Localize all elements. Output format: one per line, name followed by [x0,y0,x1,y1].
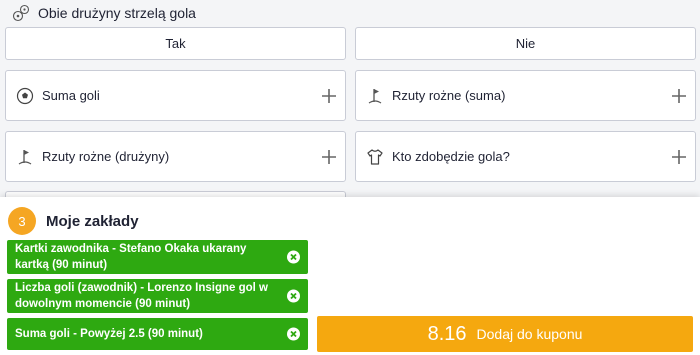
selection-item: Suma goli - Powyżej 2.5 (90 minut) [7,318,308,350]
soccer-balls-icon [12,4,30,22]
market-total-goals[interactable]: Suma goli [5,70,346,121]
selection-item: Liczba goli (zawodnik) - Lorenzo Insigne… [7,279,308,313]
bet-count-badge: 3 [8,207,36,235]
add-to-coupon-button[interactable]: 8.16 Dodaj do kuponu [317,316,693,352]
betslip-title: Moje zakłady [46,212,139,230]
selection-item: Kartki zawodnika - Stefano Okaka ukarany… [7,240,308,274]
market-corners-teams[interactable]: Rzuty rożne (drużyny) [5,131,346,182]
selection-text: Kartki zawodnika - Stefano Okaka ukarany… [15,243,247,271]
market-label: Rzuty rożne (suma) [392,88,506,103]
yes-button[interactable]: Tak [5,27,346,60]
add-to-coupon-label: Dodaj do kuponu [476,326,583,342]
remove-selection-icon[interactable] [287,250,300,264]
corner-flag-icon [368,88,382,104]
betslip-header: 3 Moje zakłady [8,207,139,235]
market-label: Suma goli [42,88,100,103]
selection-text: Suma goli - Powyżej 2.5 (90 minut) [15,328,203,340]
soccer-ball-icon [16,87,34,104]
market-goalscorer[interactable]: Kto zdobędzie gola? [355,131,696,182]
market-header: Obie drużyny strzelą gola [12,4,196,22]
plus-icon[interactable] [671,149,687,165]
market-label: Kto zdobędzie gola? [392,149,510,164]
shirt-icon [367,148,383,165]
selection-text: Liczba goli (zawodnik) - Lorenzo Insigne… [15,282,268,310]
market-corners-total[interactable]: Rzuty rożne (suma) [355,70,696,121]
total-odds: 8.16 [427,322,467,345]
remove-selection-icon[interactable] [287,289,300,303]
corner-flag-icon [18,149,32,165]
no-button[interactable]: Nie [355,27,696,60]
plus-icon[interactable] [321,88,337,104]
plus-icon[interactable] [671,88,687,104]
plus-icon[interactable] [321,149,337,165]
remove-selection-icon[interactable] [287,327,300,341]
market-title: Obie drużyny strzelą gola [38,5,196,21]
market-label: Rzuty rożne (drużyny) [42,149,170,164]
